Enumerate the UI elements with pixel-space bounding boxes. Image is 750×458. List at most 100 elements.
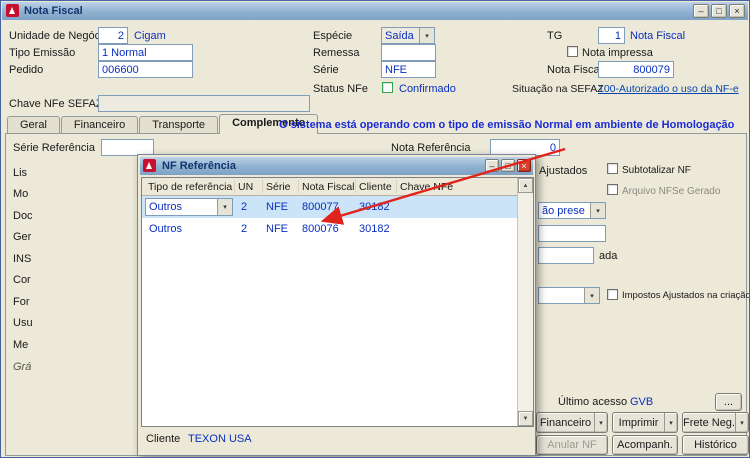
cell-tipo: Outros (149, 223, 183, 235)
field-label-cor: Cor (13, 274, 31, 286)
arquivo-nfse-checkbox[interactable] (607, 184, 618, 195)
nota-fiscal-input[interactable] (598, 61, 674, 78)
cell-serie: NFE (266, 223, 288, 235)
nf-referencia-grid: Tipo de referência UN Série Nota Fiscal … (141, 177, 534, 427)
remessa-input[interactable] (381, 44, 436, 61)
remessa-label: Remessa (313, 47, 360, 59)
col-cliente: Cliente (359, 181, 392, 193)
field-label-ger: Ger (13, 231, 32, 243)
impostos-ajustados-fragment: Ajustados (539, 165, 588, 177)
tipo-referencia-dropdown-icon[interactable]: ▾ (217, 199, 232, 215)
partial-input-2[interactable] (538, 247, 594, 264)
unidade-label: Unidade de Negócio (9, 30, 109, 42)
dialog-close-icon[interactable]: × (517, 159, 531, 172)
status-nfe-indicator (382, 82, 393, 93)
grid-row-1[interactable]: Outros ▾ 2 NFE 800077 30182 (142, 196, 517, 218)
nota-impressa-checkbox[interactable] (567, 46, 578, 57)
situacao-sefaz-link[interactable]: 100-Autorizado o uso da NF-e (598, 83, 739, 95)
ultimo-acesso-label: Último acesso (558, 396, 628, 408)
especie-value: Saída (385, 29, 414, 42)
col-un: UN (238, 181, 254, 193)
anular-nf-button: Anular NF (536, 435, 608, 455)
historico-button[interactable]: Histórico (682, 435, 749, 455)
scroll-up-icon[interactable]: ▲ (518, 178, 533, 193)
subtotalizar-checkbox[interactable] (607, 163, 618, 174)
status-nfe-value: Confirmado (399, 83, 456, 95)
maximize-icon[interactable]: □ (711, 4, 727, 18)
scroll-down-icon[interactable]: ▼ (518, 411, 533, 426)
especie-select[interactable]: Saída ▾ (381, 27, 435, 44)
cell-nota-fiscal: 800076 (302, 223, 339, 235)
tg-input[interactable] (598, 27, 625, 44)
tab-financeiro[interactable]: Financeiro (60, 116, 139, 133)
grid-row-2[interactable]: Outros 2 NFE 800076 30182 (142, 218, 517, 240)
historico-button-label: Histórico (694, 439, 737, 451)
field-label-gra: Grá (13, 361, 32, 373)
more-button[interactable]: ... (715, 393, 742, 411)
ultimo-acesso-value: GVB (630, 396, 654, 408)
nf-referencia-dialog: NF Referência – □ × Tipo de referência U… (137, 154, 536, 456)
tg-label: TG (547, 30, 563, 42)
window-controls: – □ × (693, 4, 745, 18)
serie-label: Série (313, 64, 339, 76)
cell-serie: NFE (266, 201, 288, 213)
financeiro-button[interactable]: Financeiro ▾ (536, 412, 608, 433)
dialog-title-bar[interactable]: NF Referência – □ × (140, 157, 533, 175)
partial-combo-value: ão prese (542, 204, 585, 217)
field-label-mo: Mo (13, 188, 29, 200)
homologacao-message: O sistema está operando com o tipo de em… (279, 119, 735, 131)
acompanh-button-label: Acompanh. (617, 439, 673, 451)
especie-dropdown-icon[interactable]: ▾ (419, 28, 434, 43)
grid-header: Tipo de referência UN Série Nota Fiscal … (142, 178, 517, 196)
nota-fiscal-window: Nota Fiscal – □ × Unidade de Negócio Cig… (0, 0, 750, 458)
nota-referencia-label: Nota Referência (391, 142, 471, 154)
serie-input[interactable] (381, 61, 436, 78)
frete-neg-dropdown-icon[interactable]: ▾ (735, 413, 748, 432)
chave-nfe-input (98, 95, 310, 112)
cell-cliente: 30182 (359, 223, 390, 235)
tab-transporte[interactable]: Transporte (139, 116, 219, 133)
financeiro-button-label: Financeiro (539, 416, 592, 429)
unidade-input[interactable] (98, 27, 128, 44)
pedido-input[interactable] (98, 61, 193, 78)
window-title: Nota Fiscal (24, 5, 83, 17)
ada-fragment: ada (599, 250, 618, 262)
field-label-ins: INS (13, 253, 32, 265)
partial-combo-field-2[interactable]: ▾ (538, 287, 600, 304)
cell-cliente: 30182 (359, 201, 390, 213)
tipo-referencia-select[interactable]: Outros ▾ (145, 198, 233, 216)
anular-nf-button-label: Anular NF (547, 439, 597, 451)
dialog-maximize-icon[interactable]: □ (501, 159, 515, 172)
dialog-cigam-logo-icon (143, 159, 156, 172)
dialog-minimize-icon[interactable]: – (485, 159, 499, 172)
partial-combo-dropdown-icon[interactable]: ▾ (590, 203, 605, 218)
cell-un: 2 (241, 223, 248, 235)
tg-desc: Nota Fiscal (630, 30, 686, 42)
cell-un: 2 (241, 201, 248, 213)
dialog-window-controls: – □ × (485, 159, 531, 172)
dialog-title: NF Referência (162, 160, 236, 172)
status-nfe-label: Status NFe (313, 83, 369, 95)
cell-nota-fiscal: 800077 (302, 201, 339, 213)
footer-cliente-label: Cliente (146, 433, 181, 445)
minimize-icon[interactable]: – (693, 4, 709, 18)
title-bar[interactable]: Nota Fiscal – □ × (2, 2, 748, 20)
partial-combo-field[interactable]: ão prese ▾ (538, 202, 606, 219)
imprimir-button[interactable]: Imprimir ▾ (612, 412, 678, 433)
frete-neg-button[interactable]: Frete Neg. ▾ (682, 412, 749, 433)
tab-geral[interactable]: Geral (7, 116, 60, 133)
close-icon[interactable]: × (729, 4, 745, 18)
partial-combo-2-dropdown-icon[interactable]: ▾ (584, 288, 599, 303)
grid-scrollbar[interactable]: ▲ ▼ (517, 178, 533, 426)
financeiro-dropdown-icon[interactable]: ▾ (594, 413, 607, 432)
partial-input-1[interactable] (538, 225, 606, 242)
col-nota-fiscal: Nota Fiscal (302, 181, 355, 193)
imprimir-dropdown-icon[interactable]: ▾ (664, 413, 677, 432)
field-label-doc: Doc (13, 210, 33, 222)
col-tipo-referencia: Tipo de referência (148, 181, 233, 193)
tipo-emissao-input[interactable] (98, 44, 193, 61)
acompanh-button[interactable]: Acompanh. (612, 435, 678, 455)
impostos-criacao-checkbox[interactable] (607, 289, 618, 300)
situacao-sefaz-label: Situação na SEFAZ (512, 83, 604, 95)
impostos-criacao-label: Impostos Ajustados na criação (622, 290, 750, 301)
